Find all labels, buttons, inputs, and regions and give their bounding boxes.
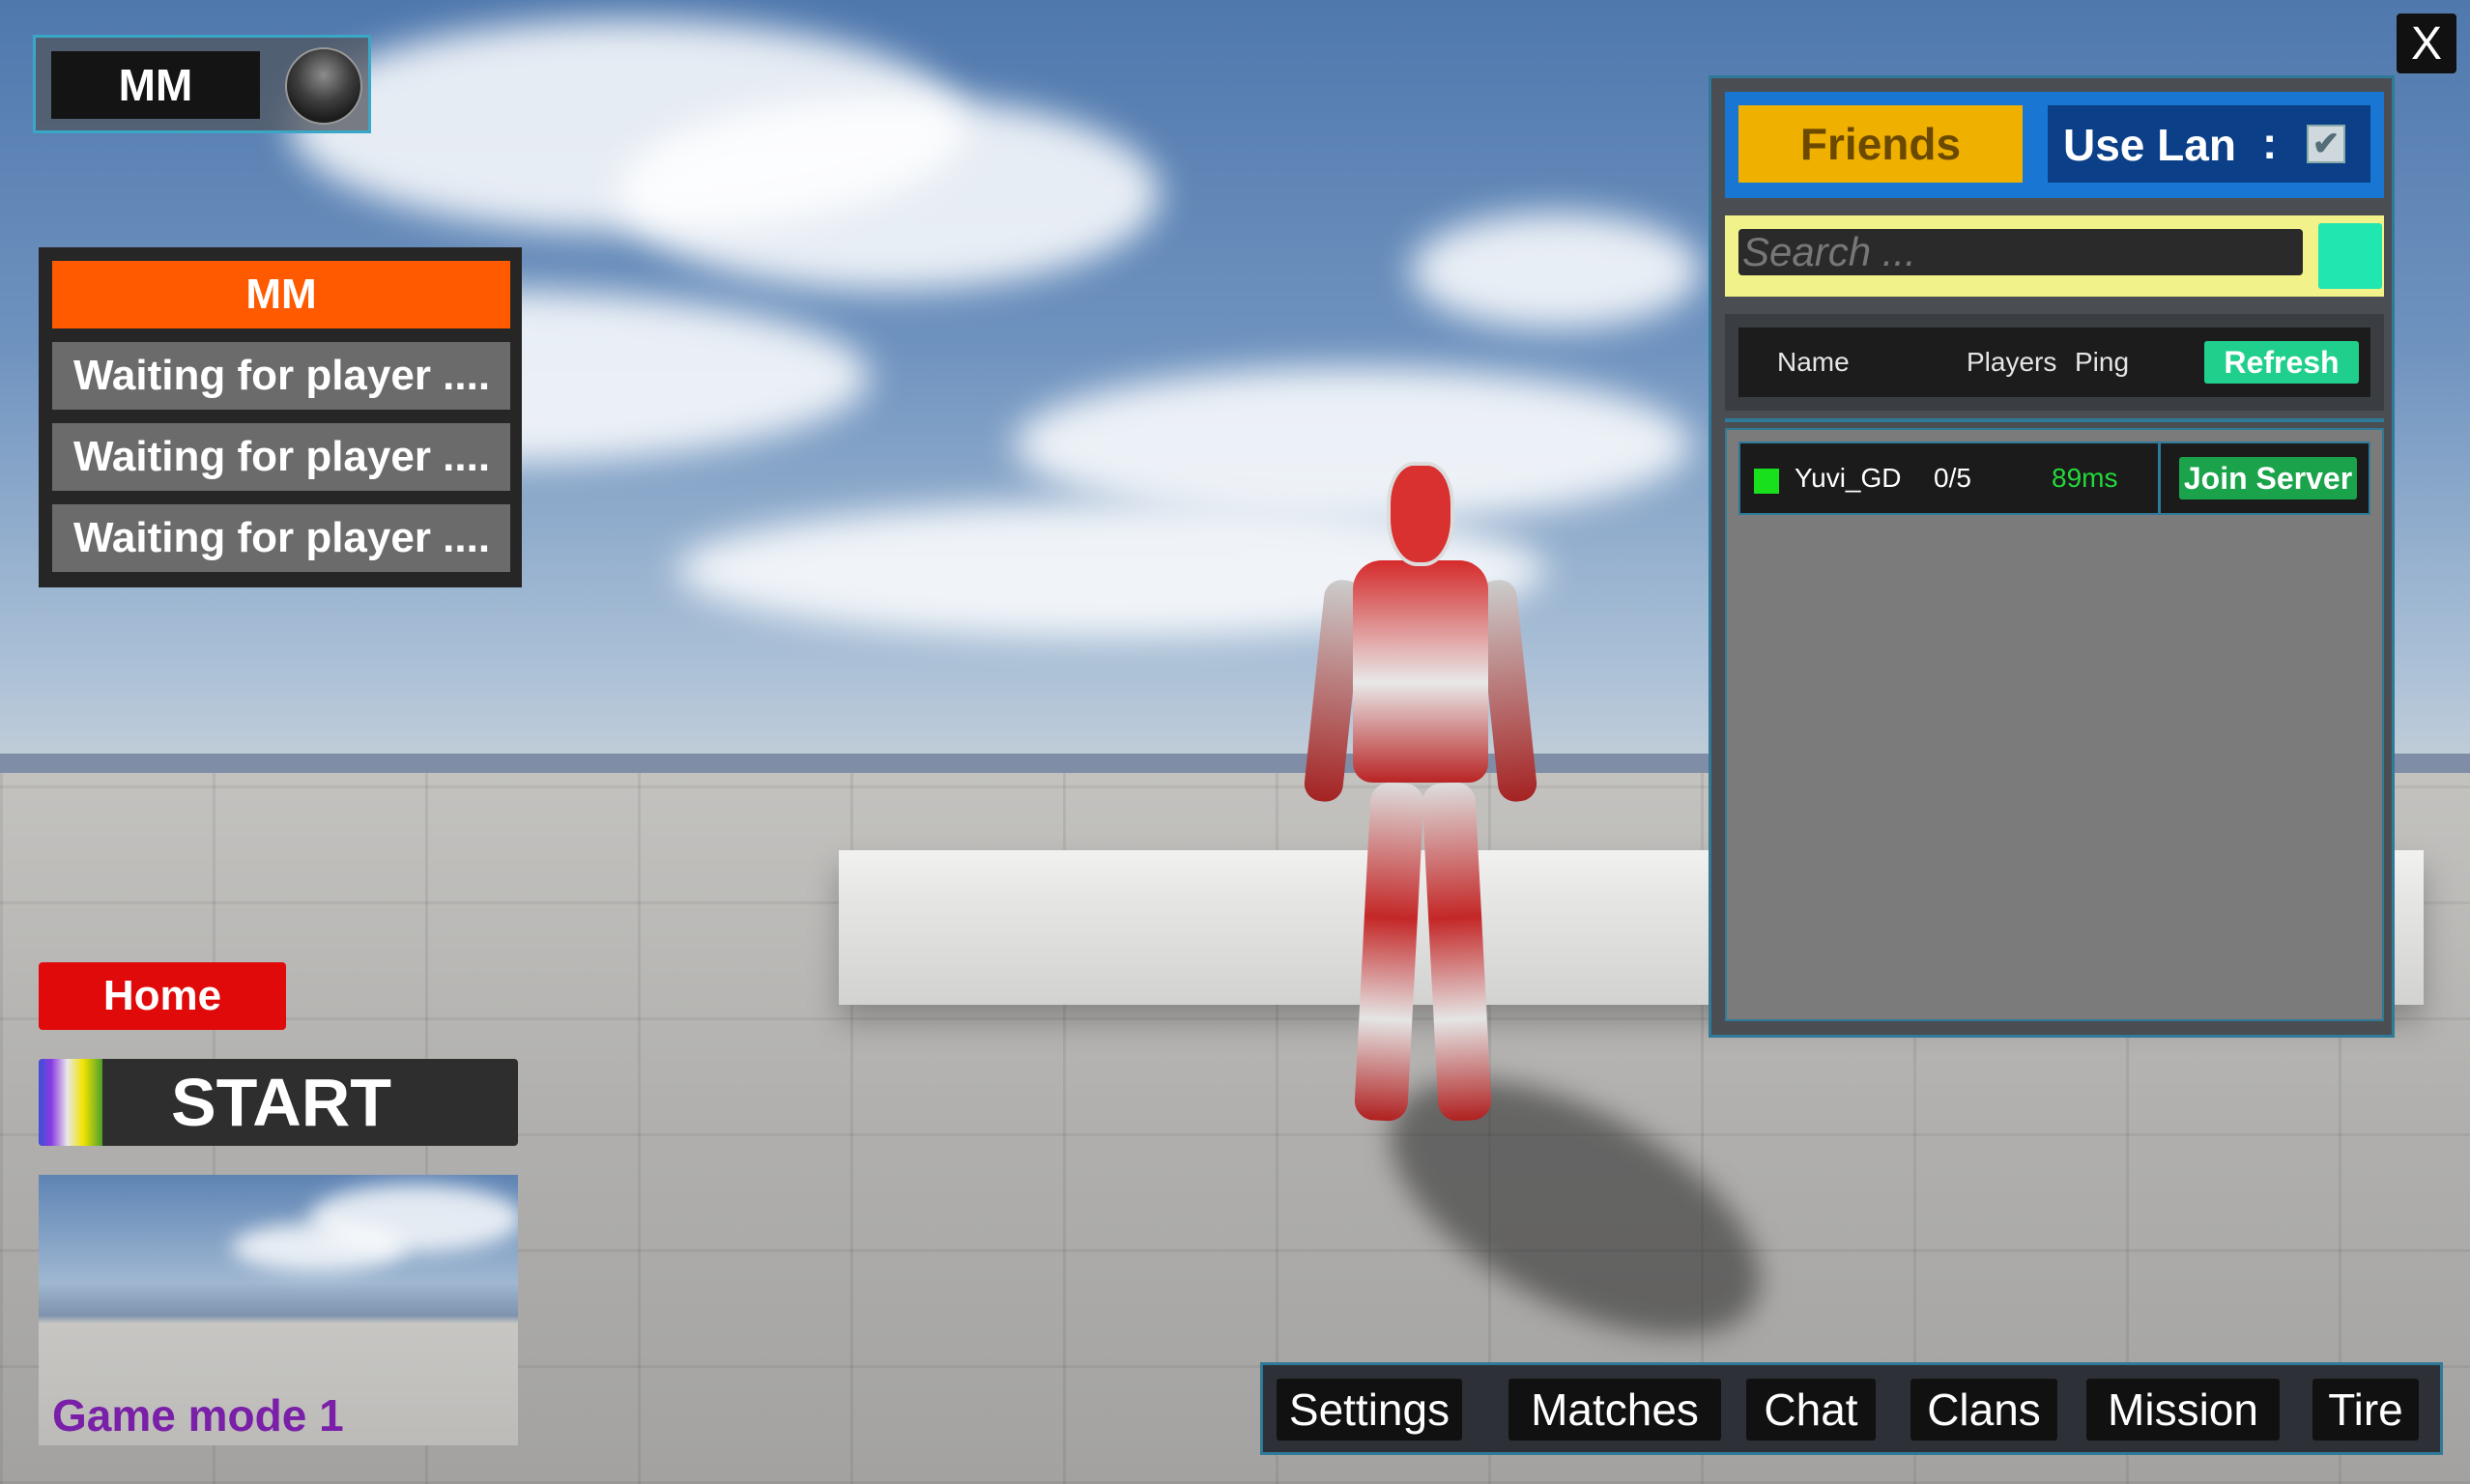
nav-settings[interactable]: Settings: [1277, 1379, 1462, 1441]
join-server-button[interactable]: Join Server: [2179, 457, 2357, 499]
lobby-slot: Waiting for player ....: [52, 423, 510, 491]
nav-matches[interactable]: Matches: [1508, 1379, 1721, 1441]
use-lan-label: Use Lan: [2063, 120, 2236, 170]
nav-mission[interactable]: Mission: [2086, 1379, 2280, 1441]
home-button[interactable]: Home: [39, 962, 286, 1030]
friends-button[interactable]: Friends: [1738, 105, 2023, 183]
game-mode-label: Game mode 1: [52, 1390, 344, 1441]
game-mode-card[interactable]: Game mode 1: [39, 1175, 518, 1445]
server-list: Yuvi_GD 0/5 89ms Join Server: [1725, 428, 2384, 1021]
cloud: [618, 97, 1160, 290]
lobby-title: MM: [52, 261, 510, 328]
search-input[interactable]: [1738, 229, 2303, 275]
server-list-header: Name Players Ping Refresh: [1725, 314, 2384, 411]
lobby-slot: Waiting for player ....: [52, 504, 510, 572]
use-lan-toggle[interactable]: Use Lan : ✔: [2048, 105, 2370, 183]
cloud: [1411, 213, 1701, 328]
use-lan-separator: :: [2262, 118, 2278, 168]
server-players: 0/5: [1934, 463, 1971, 493]
nav-chat[interactable]: Chat: [1746, 1379, 1876, 1441]
bottom-nav: Settings Matches Chat Clans Mission Tire: [1260, 1362, 2443, 1455]
start-color-stripe: [39, 1059, 102, 1146]
column-name: Name: [1777, 347, 1850, 377]
nav-tire[interactable]: Tire: [2312, 1379, 2419, 1441]
close-button[interactable]: X: [2397, 14, 2456, 73]
search-button[interactable]: [2318, 223, 2382, 289]
server-row[interactable]: Yuvi_GD 0/5 89ms Join Server: [1738, 442, 2370, 515]
server-status-indicator: [1754, 469, 1779, 494]
use-lan-checkbox[interactable]: ✔: [2307, 125, 2345, 163]
column-players: Players: [1967, 347, 2057, 377]
avatar[interactable]: [285, 47, 362, 125]
search-bar: [1725, 215, 2384, 297]
column-ping: Ping: [2075, 347, 2130, 377]
player-character: [1295, 454, 1546, 1150]
player-profile[interactable]: MM: [33, 35, 371, 133]
server-browser-top: Friends Use Lan : ✔: [1725, 92, 2384, 198]
divider: [1725, 418, 2384, 422]
server-ping: 89ms: [2052, 463, 2118, 493]
start-label: START: [170, 1065, 392, 1140]
start-button[interactable]: START: [39, 1059, 518, 1146]
nav-clans[interactable]: Clans: [1910, 1379, 2057, 1441]
player-name: MM: [51, 51, 260, 119]
lobby-panel: MM Waiting for player .... Waiting for p…: [39, 247, 522, 587]
lobby-slot: Waiting for player ....: [52, 342, 510, 410]
refresh-button[interactable]: Refresh: [2204, 341, 2359, 384]
server-browser-panel: Friends Use Lan : ✔ Name Players Ping Re…: [1709, 75, 2395, 1038]
server-name: Yuvi_GD: [1795, 463, 1902, 493]
